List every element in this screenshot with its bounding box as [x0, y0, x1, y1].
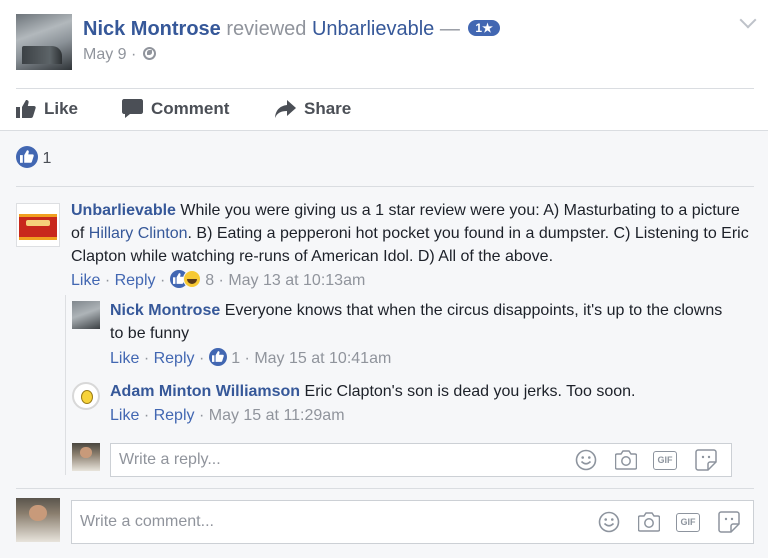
divider — [16, 186, 754, 187]
reply-timestamp[interactable]: May 15 at 11:29am — [209, 407, 345, 424]
smiley-icon[interactable] — [598, 511, 620, 533]
comment-button[interactable]: Comment — [122, 99, 229, 119]
author-avatar[interactable] — [16, 14, 72, 70]
post-meta: May 9 · — [83, 46, 156, 64]
smiley-icon[interactable] — [575, 449, 597, 471]
comment-bubble-icon — [122, 99, 143, 118]
separator: · — [218, 272, 224, 289]
post-date[interactable]: May 9 — [83, 46, 127, 63]
like-reaction-icon — [16, 146, 38, 168]
rating-badge: 1★ — [468, 20, 500, 36]
like-reaction-icon — [208, 348, 227, 366]
gif-icon[interactable]: GIF — [653, 451, 677, 470]
separator: · — [143, 407, 150, 424]
current-user-avatar — [16, 498, 60, 542]
globe-icon — [142, 47, 156, 60]
action-bar: Like Comment Share — [0, 89, 768, 129]
divider — [16, 488, 754, 489]
sticker-icon[interactable] — [695, 449, 717, 471]
title-dash: — — [439, 18, 460, 40]
reply-reaction-count: 1 — [231, 350, 241, 367]
separator: · — [104, 272, 111, 289]
reply-text: Eric Clapton's son is dead you jerks. To… — [304, 383, 636, 400]
comment-timestamp[interactable]: May 13 at 10:13am — [228, 272, 365, 289]
reply-input[interactable] — [119, 444, 559, 476]
separator: · — [159, 272, 166, 289]
like-button[interactable]: Like — [16, 99, 78, 119]
share-arrow-icon — [275, 100, 296, 118]
separator: · — [198, 350, 205, 367]
reply-actions: Like · Reply · 1 · May 15 at 10:41am — [110, 348, 391, 368]
separator: · — [143, 350, 150, 367]
gif-icon[interactable]: GIF — [676, 513, 700, 532]
thread-line — [65, 295, 66, 475]
like-label: Like — [44, 99, 79, 118]
sticker-icon[interactable] — [718, 511, 740, 533]
meta-separator: · — [131, 46, 137, 63]
action-verb: reviewed — [226, 18, 307, 40]
share-button[interactable]: Share — [275, 99, 351, 119]
reply-body: Adam Minton Williamson Eric Clapton's so… — [110, 380, 740, 403]
comment-body: Unbarlievable While you were giving us a… — [71, 199, 751, 268]
reply-timestamp[interactable]: May 15 at 10:41am — [254, 350, 391, 367]
reply-box: GIF — [110, 443, 732, 477]
comment-box: GIF — [71, 500, 754, 544]
post-title: Nick Montrose reviewed Unbarlievable — 1… — [83, 18, 500, 41]
current-user-avatar — [72, 443, 100, 471]
post-header: Nick Montrose reviewed Unbarlievable — 1… — [0, 0, 768, 88]
reply-reply-link[interactable]: Reply — [154, 350, 195, 367]
reply-like-link[interactable]: Like — [110, 407, 139, 424]
page-avatar[interactable] — [16, 203, 60, 247]
thumbs-up-icon — [16, 100, 36, 118]
reply-reply-link[interactable]: Reply — [154, 407, 195, 424]
chevron-down-icon[interactable] — [739, 11, 757, 29]
camera-icon[interactable] — [615, 450, 637, 470]
reply-body: Nick Montrose Everyone knows that when t… — [110, 299, 740, 345]
comment-reactions[interactable]: 8 — [169, 270, 219, 289]
camera-icon[interactable] — [638, 512, 660, 532]
reply-author-avatar[interactable] — [72, 301, 100, 329]
reply-actions: Like · Reply · May 15 at 11:29am — [110, 407, 345, 425]
comments-area: 1 Unbarlievable While you were giving us… — [0, 131, 768, 558]
comment-reaction-count: 8 — [205, 272, 215, 289]
reaction-summary[interactable]: 1 — [16, 146, 51, 168]
reply-reactions[interactable]: 1 — [208, 348, 245, 367]
reply-author-avatar[interactable] — [72, 382, 100, 410]
author-name-link[interactable]: Nick Montrose — [83, 18, 221, 40]
separator: · — [244, 350, 250, 367]
share-label: Share — [304, 99, 352, 118]
comment-reply-link[interactable]: Reply — [115, 272, 156, 289]
page-name-link[interactable]: Unbarlievable — [312, 18, 434, 40]
comment-actions: Like · Reply · 8 · May 13 at 10:13am — [71, 270, 365, 290]
comment-like-link[interactable]: Like — [71, 272, 100, 289]
reaction-count: 1 — [42, 150, 52, 167]
comment-label: Comment — [151, 99, 230, 118]
haha-reaction-icon — [182, 270, 201, 288]
comment-author[interactable]: Unbarlievable — [71, 202, 176, 219]
reply-author[interactable]: Adam Minton Williamson — [110, 383, 300, 400]
reply-author[interactable]: Nick Montrose — [110, 302, 220, 319]
comment-input[interactable] — [80, 501, 580, 543]
comment-mention-link[interactable]: Hillary Clinton — [89, 225, 188, 242]
reply-like-link[interactable]: Like — [110, 350, 139, 367]
separator: · — [198, 407, 205, 424]
